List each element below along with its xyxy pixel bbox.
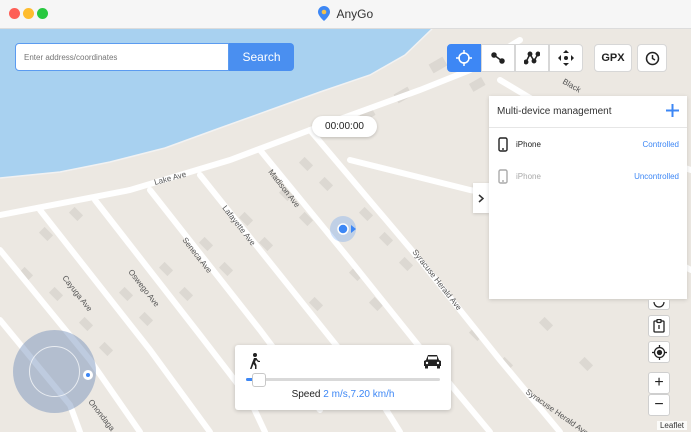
location-pin-icon bbox=[317, 6, 330, 21]
device-status-link[interactable]: Uncontrolled bbox=[634, 172, 679, 181]
current-location-marker[interactable] bbox=[330, 216, 356, 242]
device-row[interactable]: iPhone Controlled bbox=[489, 128, 687, 160]
device-name: iPhone bbox=[516, 171, 541, 181]
zoom-out-button[interactable]: − bbox=[648, 394, 670, 416]
search-button[interactable]: Search bbox=[229, 43, 294, 71]
teleport-mode-button[interactable] bbox=[447, 44, 481, 72]
joystick-ring bbox=[29, 346, 80, 397]
zoom-in-button[interactable]: + bbox=[648, 372, 670, 394]
map-attribution[interactable]: Leaflet bbox=[656, 421, 687, 430]
title-bar: AnyGo bbox=[0, 0, 691, 29]
speed-value: 2 m/s,7.20 km/h bbox=[323, 389, 395, 400]
speed-slider-thumb[interactable] bbox=[251, 373, 266, 387]
device-status-link[interactable]: Controlled bbox=[643, 140, 679, 149]
joystick-icon bbox=[558, 50, 574, 66]
two-spot-mode-button[interactable] bbox=[481, 44, 515, 72]
search-input[interactable] bbox=[15, 43, 229, 71]
chevron-right-icon bbox=[478, 193, 484, 203]
clipboard-icon bbox=[653, 319, 665, 333]
walking-icon[interactable] bbox=[248, 353, 261, 370]
collapse-panel-button[interactable] bbox=[473, 183, 489, 213]
panel-title: Multi-device management bbox=[497, 106, 612, 117]
joystick-mode-button[interactable] bbox=[549, 44, 583, 72]
multi-spot-mode-button[interactable] bbox=[515, 44, 549, 72]
multi-spot-route-icon bbox=[524, 51, 540, 65]
device-name: iPhone bbox=[516, 139, 541, 149]
joystick[interactable] bbox=[13, 330, 96, 413]
clock-icon bbox=[645, 51, 659, 65]
add-device-button[interactable] bbox=[666, 101, 679, 121]
phone-icon bbox=[498, 168, 508, 184]
plus-icon bbox=[666, 104, 679, 117]
device-row[interactable]: iPhone Uncontrolled bbox=[489, 160, 687, 192]
joystick-handle[interactable] bbox=[83, 370, 93, 380]
circle-icon bbox=[653, 301, 665, 308]
app-window: AnyGo Lake Ave Madison Ave Lafayette Ave… bbox=[0, 0, 691, 432]
route-timer: 00:00:00 bbox=[312, 116, 377, 137]
speed-panel: Speed 2 m/s,7.20 km/h bbox=[235, 345, 451, 410]
window-title: AnyGo bbox=[336, 7, 374, 21]
speed-slider[interactable] bbox=[246, 373, 440, 387]
partially-hidden-control[interactable] bbox=[648, 300, 670, 310]
device-switch-button[interactable] bbox=[648, 315, 670, 337]
speed-label: Speed bbox=[291, 389, 321, 400]
two-spot-route-icon bbox=[491, 52, 505, 64]
locate-me-button[interactable] bbox=[648, 341, 670, 363]
phone-icon bbox=[498, 136, 508, 152]
locate-icon bbox=[651, 344, 667, 360]
crosshair-icon bbox=[456, 50, 472, 66]
history-button[interactable] bbox=[637, 44, 667, 72]
multi-device-panel: Multi-device management iPhone Controlle… bbox=[489, 96, 687, 299]
gpx-import-button[interactable]: GPX bbox=[594, 44, 632, 72]
car-icon[interactable] bbox=[423, 354, 442, 369]
